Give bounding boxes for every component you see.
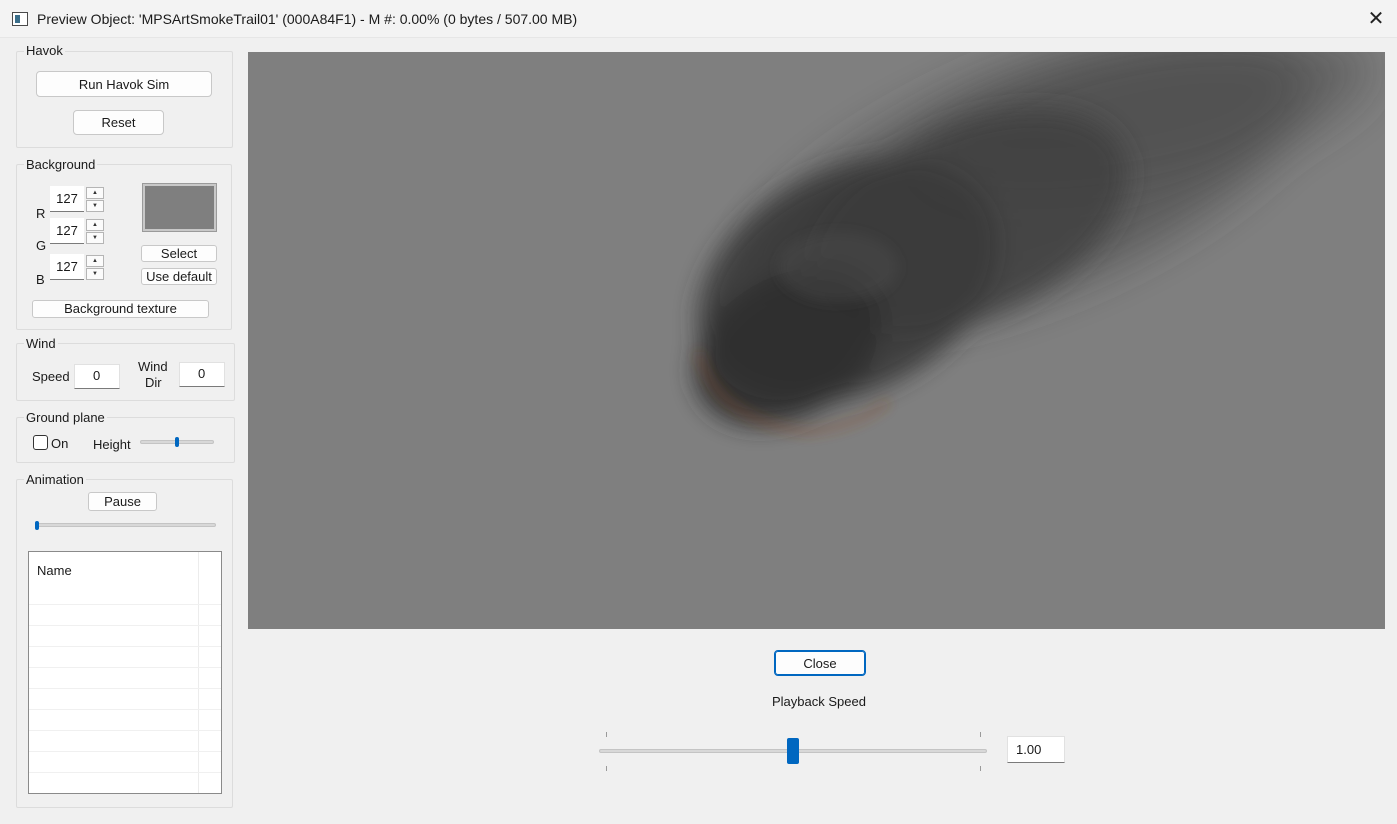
preview-viewport[interactable] [248, 52, 1385, 629]
animation-slider-thumb[interactable] [35, 521, 39, 530]
playback-tick [980, 732, 981, 737]
g-spin-down-icon[interactable]: ▼ [86, 232, 104, 244]
havok-group-title: Havok [24, 43, 65, 58]
smoke-trail-effect [694, 52, 1374, 435]
title-bar: Preview Object: 'MPSArtSmokeTrail01' (00… [0, 0, 1397, 38]
window-title: Preview Object: 'MPSArtSmokeTrail01' (00… [37, 11, 578, 27]
list-item [29, 605, 221, 626]
ground-plane-on-label: On [51, 436, 69, 451]
list-item [29, 647, 221, 668]
wind-dir-label-bottom: Dir [145, 375, 162, 390]
list-item [29, 689, 221, 710]
select-color-button[interactable]: Select [141, 245, 217, 262]
reset-button[interactable]: Reset [73, 110, 164, 135]
animation-slider-track[interactable] [35, 523, 216, 527]
app-icon [12, 12, 28, 26]
playback-tick [606, 766, 607, 771]
playback-speed-field[interactable]: 1.00 [1007, 736, 1065, 763]
background-texture-button[interactable]: Background texture [32, 300, 209, 318]
r-label: R [36, 206, 46, 221]
list-item [29, 710, 221, 731]
list-item [29, 752, 221, 773]
b-spin-down-icon[interactable]: ▼ [86, 268, 104, 280]
run-havok-sim-button[interactable]: Run Havok Sim [36, 71, 212, 97]
list-item [29, 584, 221, 605]
pause-button[interactable]: Pause [88, 492, 157, 511]
b-spinbox[interactable]: 127 [50, 254, 84, 280]
g-spinbox[interactable]: 127 [50, 218, 84, 244]
list-item [29, 626, 221, 647]
r-spin-down-icon[interactable]: ▼ [86, 200, 104, 212]
list-item [29, 668, 221, 689]
height-slider-thumb[interactable] [175, 437, 179, 447]
playback-speed-thumb[interactable] [787, 738, 799, 764]
wind-dir-field[interactable]: 0 [179, 362, 225, 387]
playback-speed-label: Playback Speed [772, 694, 866, 709]
g-label: G [36, 238, 47, 253]
color-swatch[interactable] [142, 183, 217, 232]
wind-group-title: Wind [24, 336, 58, 351]
list-header-name[interactable]: Name [37, 563, 72, 578]
ground-plane-group-title: Ground plane [24, 410, 107, 425]
r-spinbox[interactable]: 127 [50, 186, 84, 212]
window-close-icon[interactable]: ✕ [1363, 6, 1389, 32]
animation-group-title: Animation [24, 472, 86, 487]
playback-tick [606, 732, 607, 737]
close-button[interactable]: Close [774, 650, 866, 676]
ground-plane-height-label: Height [93, 437, 131, 452]
wind-speed-label: Speed [32, 369, 70, 384]
ground-plane-checkbox[interactable] [33, 435, 48, 450]
g-spin-up-icon[interactable]: ▲ [86, 219, 104, 231]
wind-speed-field[interactable]: 0 [74, 364, 120, 389]
b-label: B [36, 272, 45, 287]
list-item [29, 731, 221, 752]
playback-tick [980, 766, 981, 771]
r-spin-up-icon[interactable]: ▲ [86, 187, 104, 199]
wind-dir-label-top: Wind [138, 359, 168, 374]
b-spin-up-icon[interactable]: ▲ [86, 255, 104, 267]
background-group-title: Background [24, 157, 98, 172]
use-default-button[interactable]: Use default [141, 268, 217, 285]
animation-list[interactable]: Name [28, 551, 222, 794]
